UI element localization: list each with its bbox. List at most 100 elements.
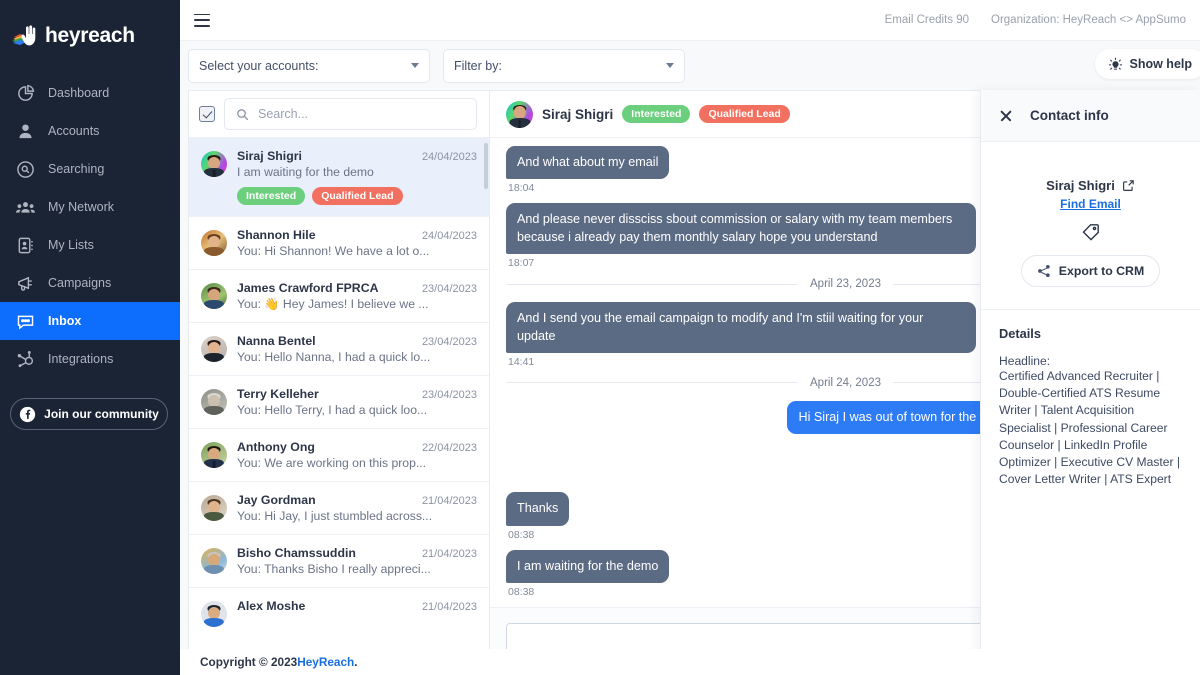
search-circle-icon — [16, 160, 35, 179]
filter-by-label: Filter by: — [454, 59, 502, 73]
conversation-date: 23/04/2023 — [414, 336, 477, 348]
conversation-item-anthony-ong[interactable]: Anthony Ong 22/04/2023 You: We are worki… — [189, 428, 489, 481]
conversation-name: Anthony Ong — [237, 440, 315, 454]
conversation-item-terry-kelleher[interactable]: Terry Kelleher 23/04/2023 You: Hello Ter… — [189, 375, 489, 428]
search-box[interactable]: Search... — [224, 98, 477, 130]
conversation-item-alex-moshe[interactable]: Alex Moshe 21/04/2023 — [189, 587, 489, 638]
conversation-name: Terry Kelleher — [237, 387, 319, 401]
conversation-item-nanna-bentel[interactable]: Nanna Bentel 23/04/2023 You: Hello Nanna… — [189, 322, 489, 375]
conversation-date: 22/04/2023 — [414, 442, 477, 454]
select-all-checkbox[interactable] — [199, 106, 215, 122]
sidebar-item-my-network[interactable]: My Network — [0, 188, 180, 226]
sidebar-item-searching[interactable]: Searching — [0, 150, 180, 188]
footer-copyright: Copyright © 2023 — [200, 655, 297, 669]
conversation-item-siraj-shigri[interactable]: Siraj Shigri 24/04/2023 I am waiting for… — [189, 137, 489, 216]
conversation-date: 21/04/2023 — [414, 601, 477, 613]
conversation-name: Jay Gordman — [237, 493, 316, 507]
message-bubble-incoming: And I send you the email campaign to mod… — [506, 302, 976, 353]
message-bubble-incoming: I am waiting for the demo — [506, 550, 669, 583]
avatar — [201, 336, 227, 362]
contact-info-body: Siraj Shigri Find Email Export to CRM — [981, 142, 1200, 287]
conversation-badges: Interested Qualified Lead — [237, 187, 477, 205]
conversation-date: 21/04/2023 — [414, 548, 477, 560]
sidebar-item-accounts[interactable]: Accounts — [0, 112, 180, 150]
contact-details-section: Details Headline: Certified Advanced Rec… — [981, 310, 1200, 488]
organization-selector[interactable]: Organization: HeyReach <> AppSumo — [991, 14, 1186, 26]
sidebar-item-integrations[interactable]: Integrations — [0, 340, 180, 378]
tag-icon[interactable] — [1082, 223, 1100, 241]
message-bubble-incoming: And what about my email — [506, 146, 669, 179]
sidebar-item-label: Accounts — [48, 124, 99, 138]
conversation-preview: You: 👋 Hey James! I believe we ... — [237, 297, 477, 311]
conversation-search-row: Search... — [189, 91, 489, 137]
hamburger-icon[interactable] — [194, 14, 210, 27]
footer-suffix: . — [354, 655, 357, 669]
show-help-button[interactable]: Show help — [1095, 49, 1200, 79]
conversation-item-bisho-chamssuddin[interactable]: Bisho Chamssuddin 21/04/2023 You: Thanks… — [189, 534, 489, 587]
top-bar: Email Credits 90 Organization: HeyReach … — [180, 0, 1200, 41]
contact-book-icon — [16, 236, 35, 255]
avatar — [201, 442, 227, 468]
contact-info-header: Contact info — [981, 90, 1200, 142]
avatar — [506, 101, 533, 128]
conversation-body: Siraj Shigri 24/04/2023 I am waiting for… — [237, 149, 477, 205]
people-group-icon — [16, 198, 35, 217]
status-badge-qualified-lead: Qualified Lead — [699, 105, 789, 123]
search-input[interactable]: Search... — [258, 107, 308, 121]
conversation-item-jay-gordman[interactable]: Jay Gordman 21/04/2023 You: Hi Jay, I ju… — [189, 481, 489, 534]
contact-info-title: Contact info — [1030, 108, 1109, 123]
sidebar-item-label: Campaigns — [48, 276, 111, 290]
avatar — [201, 548, 227, 574]
conversation-preview: You: Hi Shannon! We have a lot o... — [237, 244, 477, 258]
footer-brand-link[interactable]: HeyReach — [297, 655, 354, 669]
share-icon — [1037, 264, 1051, 278]
chat-bubble-icon — [16, 312, 35, 331]
sidebar-item-label: Integrations — [48, 352, 113, 366]
conversation-item-james-crawford[interactable]: James Crawford FPRCA 23/04/2023 You: 👋 H… — [189, 269, 489, 322]
date-separator-label: April 23, 2023 — [810, 278, 881, 290]
conversation-name: Siraj Shigri — [237, 149, 302, 163]
avatar — [201, 151, 227, 177]
conversation-name: Alex Moshe — [237, 599, 305, 613]
conversation-body: Bisho Chamssuddin 21/04/2023 You: Thanks… — [237, 546, 477, 576]
sidebar-item-my-lists[interactable]: My Lists — [0, 226, 180, 264]
external-link-icon[interactable] — [1122, 179, 1135, 192]
conversation-list-panel: Search... Siraj Shigri 24/04/2023 I am w… — [188, 90, 490, 675]
contact-info-panel: Contact info Siraj Shigri Find Email — [980, 90, 1200, 675]
conversation-body: James Crawford FPRCA 23/04/2023 You: 👋 H… — [237, 281, 477, 311]
top-bar-right: Email Credits 90 Organization: HeyReach … — [885, 14, 1186, 26]
message-bubble-incoming: Thanks — [506, 492, 569, 525]
sidebar-item-label: My Lists — [48, 238, 94, 252]
facebook-icon — [19, 406, 36, 423]
message-bubble-incoming: And please never dissciss sbout commissi… — [506, 203, 976, 254]
sidebar-item-campaigns[interactable]: Campaigns — [0, 264, 180, 302]
conversation-body: Shannon Hile 24/04/2023 You: Hi Shannon!… — [237, 228, 477, 258]
email-credits[interactable]: Email Credits 90 — [885, 14, 969, 26]
avatar — [201, 601, 227, 627]
sidebar-item-label: Inbox — [48, 314, 81, 328]
conversation-date: 21/04/2023 — [414, 495, 477, 507]
avatar — [201, 230, 227, 256]
conversation-list-scrollbar[interactable] — [484, 143, 488, 189]
avatar — [201, 283, 227, 309]
sidebar-item-dashboard[interactable]: Dashboard — [0, 74, 180, 112]
conversation-item-shannon-hile[interactable]: Shannon Hile 24/04/2023 You: Hi Shannon!… — [189, 216, 489, 269]
conversation-body: Jay Gordman 21/04/2023 You: Hi Jay, I ju… — [237, 493, 477, 523]
sidebar-item-inbox[interactable]: Inbox — [0, 302, 180, 340]
conversation-name: James Crawford FPRCA — [237, 281, 378, 295]
chevron-down-icon — [666, 63, 674, 68]
export-to-crm-button[interactable]: Export to CRM — [1021, 255, 1160, 287]
status-badge-interested: Interested — [237, 187, 305, 205]
megaphone-icon — [16, 274, 35, 293]
filter-by-select[interactable]: Filter by: — [443, 49, 685, 83]
conversation-preview: You: Thanks Bisho I really appreci... — [237, 562, 477, 576]
close-icon[interactable] — [999, 109, 1013, 123]
avatar — [201, 389, 227, 415]
conversation-date: 23/04/2023 — [414, 283, 477, 295]
contact-name-row: Siraj Shigri — [999, 178, 1182, 193]
find-email-link[interactable]: Find Email — [999, 197, 1182, 211]
conversation-body: Alex Moshe 21/04/2023 — [237, 599, 477, 627]
conversation-body: Nanna Bentel 23/04/2023 You: Hello Nanna… — [237, 334, 477, 364]
accounts-select[interactable]: Select your accounts: — [188, 49, 430, 83]
join-community-button[interactable]: Join our community — [10, 398, 168, 430]
